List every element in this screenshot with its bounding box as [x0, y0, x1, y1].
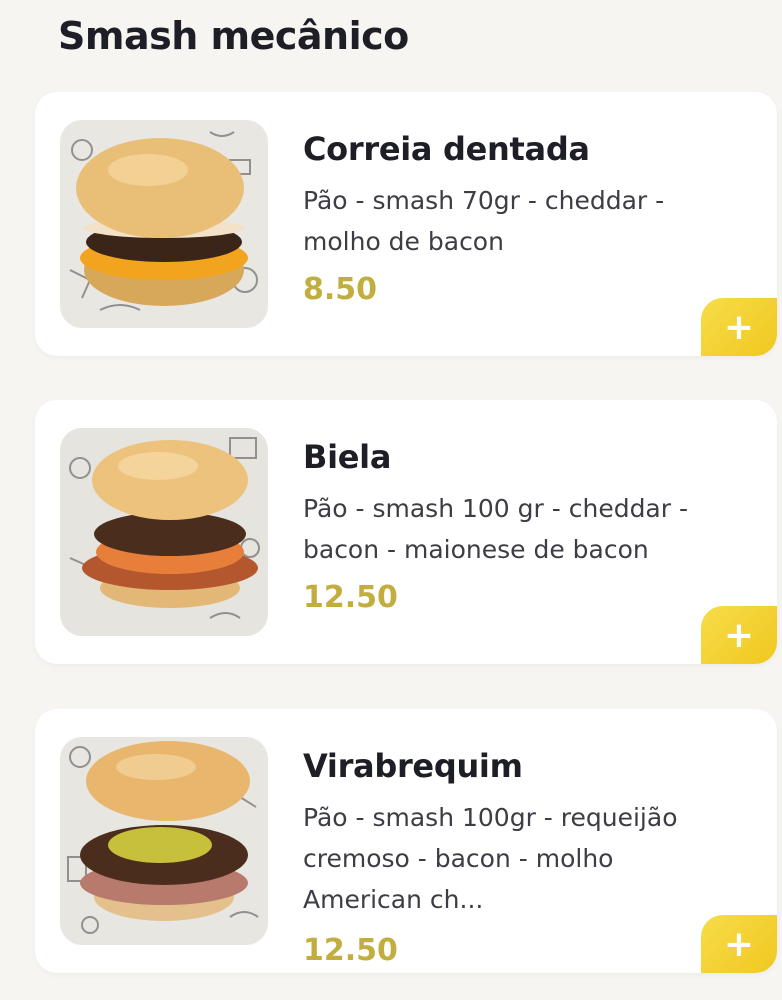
item-description: Pão - smash 100 gr - cheddar - bacon - m… — [303, 494, 688, 564]
menu-item-card[interactable]: Biela Pão - smash 100 gr - cheddar - bac… — [35, 400, 777, 664]
item-price: 12.50 — [303, 580, 398, 615]
item-image — [60, 737, 268, 945]
item-name: Biela — [303, 438, 392, 476]
item-description: Pão - smash 100gr - requeijão cremoso - … — [303, 803, 678, 914]
menu-item-card[interactable]: Virabrequim Pão - smash 100gr - requeijã… — [35, 709, 777, 973]
item-price: 8.50 — [303, 272, 378, 307]
add-to-cart-button[interactable]: + — [701, 298, 777, 356]
plus-icon: + — [723, 306, 755, 348]
add-to-cart-button[interactable]: + — [701, 606, 777, 664]
item-price: 12.50 — [303, 933, 398, 968]
item-image — [60, 120, 268, 328]
item-image — [60, 428, 268, 636]
plus-icon: + — [723, 614, 755, 656]
item-name: Correia dentada — [303, 130, 590, 168]
item-name: Virabrequim — [303, 747, 523, 785]
item-description: Pão - smash 70gr - cheddar - molho de ba… — [303, 186, 665, 256]
menu-item-card[interactable]: Correia dentada Pão - smash 70gr - chedd… — [35, 92, 777, 356]
section-title: Smash mecânico — [58, 14, 409, 58]
add-to-cart-button[interactable]: + — [701, 915, 777, 973]
plus-icon: + — [723, 923, 755, 965]
